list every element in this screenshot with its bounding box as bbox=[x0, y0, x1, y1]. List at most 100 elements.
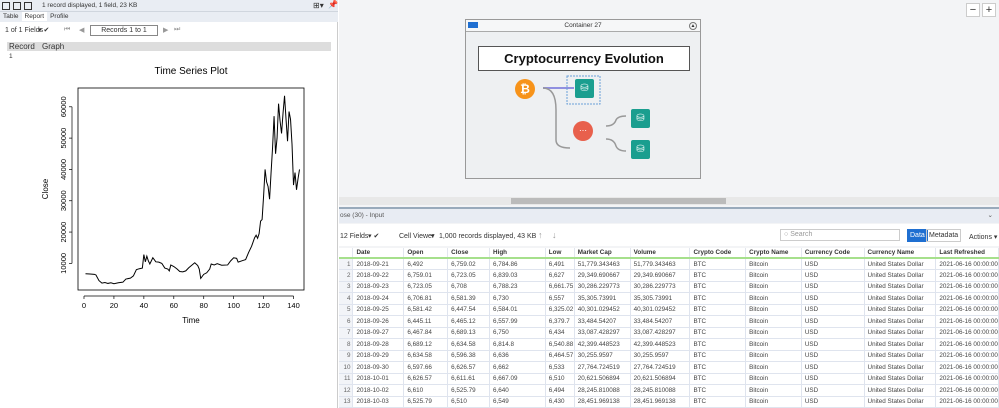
table-cell[interactable]: 6,634.58 bbox=[447, 338, 491, 351]
table-cell[interactable]: United States Dollar bbox=[864, 281, 937, 293]
table-cell[interactable]: 2021-06-16 00:00:00 bbox=[935, 373, 999, 385]
table-cell[interactable]: United States Dollar bbox=[864, 327, 937, 339]
single-view-icon[interactable] bbox=[2, 2, 10, 10]
browse-tool-2[interactable]: ⛁ bbox=[631, 109, 650, 128]
fields-chevron-icon[interactable]: ▾ ✔ bbox=[368, 232, 379, 240]
table-cell[interactable]: 33,484.54207 bbox=[630, 315, 691, 328]
table-cell[interactable]: 2018-10-03 bbox=[352, 396, 405, 408]
table-cell[interactable]: 2021-06-16 00:00:00 bbox=[935, 258, 999, 270]
table-cell[interactable]: 51,779.343463 bbox=[630, 258, 691, 270]
table-cell[interactable]: Bitcoin bbox=[745, 327, 802, 339]
zoom-out-button[interactable]: − bbox=[966, 3, 980, 17]
table-cell[interactable]: 6,611.61 bbox=[447, 373, 491, 385]
table-cell[interactable]: BTC bbox=[689, 350, 747, 362]
table-cell[interactable]: 6,708 bbox=[447, 281, 491, 293]
tool-container[interactable]: Container 27 ▲ Cryptocurrency Evolution … bbox=[465, 19, 701, 179]
table-cell[interactable]: United States Dollar bbox=[864, 384, 937, 397]
table-cell[interactable]: 2021-06-16 00:00:00 bbox=[935, 350, 999, 362]
table-cell[interactable]: United States Dollar bbox=[864, 350, 937, 362]
table-cell[interactable]: 6,750 bbox=[489, 327, 546, 339]
table-cell[interactable]: 6,445.11 bbox=[403, 315, 449, 328]
chevron-down-icon[interactable]: ⌄ bbox=[988, 209, 993, 223]
table-cell[interactable]: United States Dollar bbox=[864, 304, 937, 316]
table-cell[interactable]: United States Dollar bbox=[864, 269, 937, 282]
table-cell[interactable]: 2018-10-02 bbox=[352, 384, 405, 397]
table-cell[interactable]: USD bbox=[801, 269, 865, 282]
bitcoin-input-tool[interactable]: ₿ bbox=[515, 79, 535, 99]
table-cell[interactable]: USD bbox=[801, 327, 865, 339]
options-icon[interactable]: ⊞▾ bbox=[313, 1, 324, 10]
table-cell[interactable]: 6,557 bbox=[545, 292, 575, 305]
scrollbar-thumb[interactable] bbox=[511, 198, 726, 204]
table-row[interactable]: 3 2018-09-23 6,723.05 6,708 6,788.23 6,661.75… bbox=[339, 281, 999, 293]
table-cell[interactable]: 2021-06-16 00:00:00 bbox=[935, 327, 999, 339]
last-record-icon[interactable]: ⏭ bbox=[174, 26, 180, 34]
table-row[interactable]: 1 2018-09-21 6,492 6,759.02 6,784.86 6,491 51,… bbox=[339, 258, 999, 270]
table-cell[interactable]: 2021-06-16 00:00:00 bbox=[935, 304, 999, 316]
table-cell[interactable]: 2021-06-16 00:00:00 bbox=[935, 292, 999, 305]
table-cell[interactable]: Bitcoin bbox=[745, 292, 802, 305]
table-cell[interactable]: 6,584.01 bbox=[489, 304, 546, 316]
table-cell[interactable]: 2021-06-16 00:00:00 bbox=[935, 361, 999, 374]
table-cell[interactable]: 6,610 bbox=[403, 384, 449, 397]
table-cell[interactable]: BTC bbox=[689, 327, 747, 339]
canvas-scrollbar[interactable] bbox=[339, 197, 999, 205]
column-header[interactable]: Last Refreshed bbox=[935, 248, 999, 259]
table-row[interactable]: 7 2018-09-27 6,467.84 6,689.13 6,750 6,434 33,… bbox=[339, 327, 999, 339]
table-cell[interactable]: 6,814.8 bbox=[489, 338, 546, 351]
table-cell[interactable]: 2018-09-25 bbox=[352, 304, 405, 316]
table-cell[interactable]: 30,255.9597 bbox=[574, 350, 631, 362]
table-cell[interactable]: 6,325.02 bbox=[545, 304, 575, 316]
table-cell[interactable]: BTC bbox=[689, 338, 747, 351]
table-cell[interactable]: 6,788.23 bbox=[489, 281, 546, 293]
table-cell[interactable]: BTC bbox=[689, 281, 747, 293]
table-cell[interactable]: 2021-06-16 00:00:00 bbox=[935, 315, 999, 328]
column-header[interactable]: Crypto Code bbox=[689, 248, 747, 259]
table-cell[interactable]: 28,245.810088 bbox=[574, 384, 631, 397]
table-cell[interactable]: USD bbox=[801, 361, 865, 374]
table-cell[interactable]: 51,779.343463 bbox=[574, 258, 631, 270]
browse-tool-3[interactable]: ⛁ bbox=[631, 140, 650, 159]
table-cell[interactable]: 6,706.81 bbox=[403, 292, 449, 305]
column-header[interactable]: Market Cap bbox=[574, 248, 631, 259]
table-cell[interactable]: 28,245.810088 bbox=[630, 384, 691, 397]
column-header[interactable]: High bbox=[489, 248, 546, 259]
table-cell[interactable]: 20,621.506894 bbox=[630, 373, 691, 385]
table-cell[interactable]: 2021-06-16 00:00:00 bbox=[935, 396, 999, 408]
table-cell[interactable]: BTC bbox=[689, 258, 747, 270]
table-cell[interactable]: 2018-09-28 bbox=[352, 338, 405, 351]
column-header[interactable]: Crypto Name bbox=[745, 248, 802, 259]
table-cell[interactable]: 6,839.03 bbox=[489, 269, 546, 282]
table-cell[interactable]: 29,349.690667 bbox=[574, 269, 631, 282]
table-cell[interactable]: USD bbox=[801, 338, 865, 351]
table-cell[interactable]: USD bbox=[801, 373, 865, 385]
table-cell[interactable]: 6,689.12 bbox=[403, 338, 449, 351]
table-cell[interactable]: 2018-09-24 bbox=[352, 292, 405, 305]
table-cell[interactable]: 2021-06-16 00:00:00 bbox=[935, 281, 999, 293]
column-header[interactable]: Low bbox=[545, 248, 575, 259]
table-cell[interactable]: BTC bbox=[689, 373, 747, 385]
table-row[interactable]: 12 2018-10-02 6,610 6,525.79 6,640 6,494 28,24… bbox=[339, 384, 999, 397]
column-header[interactable]: Close bbox=[447, 248, 491, 259]
tab-table[interactable]: Table bbox=[0, 12, 22, 21]
table-cell[interactable]: 2018-09-27 bbox=[352, 327, 405, 339]
table-cell[interactable]: 6,626.57 bbox=[447, 361, 491, 374]
table-cell[interactable]: 2018-09-21 bbox=[352, 258, 405, 270]
table-cell[interactable]: 42,399.448523 bbox=[574, 338, 631, 351]
table-cell[interactable]: 2018-10-01 bbox=[352, 373, 405, 385]
table-cell[interactable]: United States Dollar bbox=[864, 361, 937, 374]
column-header[interactable]: Volume bbox=[630, 248, 691, 259]
table-cell[interactable]: 33,087.428297 bbox=[574, 327, 631, 339]
table-cell[interactable]: USD bbox=[801, 281, 865, 293]
table-cell[interactable]: 6,557.99 bbox=[489, 315, 546, 328]
table-cell[interactable]: 6,533 bbox=[545, 361, 575, 374]
table-cell[interactable]: 6,627 bbox=[545, 269, 575, 282]
table-cell[interactable]: USD bbox=[801, 315, 865, 328]
table-cell[interactable]: 27,764.724519 bbox=[574, 361, 631, 374]
table-cell[interactable]: 6,759.02 bbox=[447, 258, 491, 270]
prev-record-icon[interactable]: ◀ bbox=[79, 26, 84, 34]
split-vertical-icon[interactable] bbox=[13, 2, 21, 10]
table-cell[interactable]: Bitcoin bbox=[745, 396, 802, 408]
column-header[interactable]: Currency Name bbox=[864, 248, 937, 259]
metadata-button[interactable]: Metadata bbox=[926, 229, 962, 242]
